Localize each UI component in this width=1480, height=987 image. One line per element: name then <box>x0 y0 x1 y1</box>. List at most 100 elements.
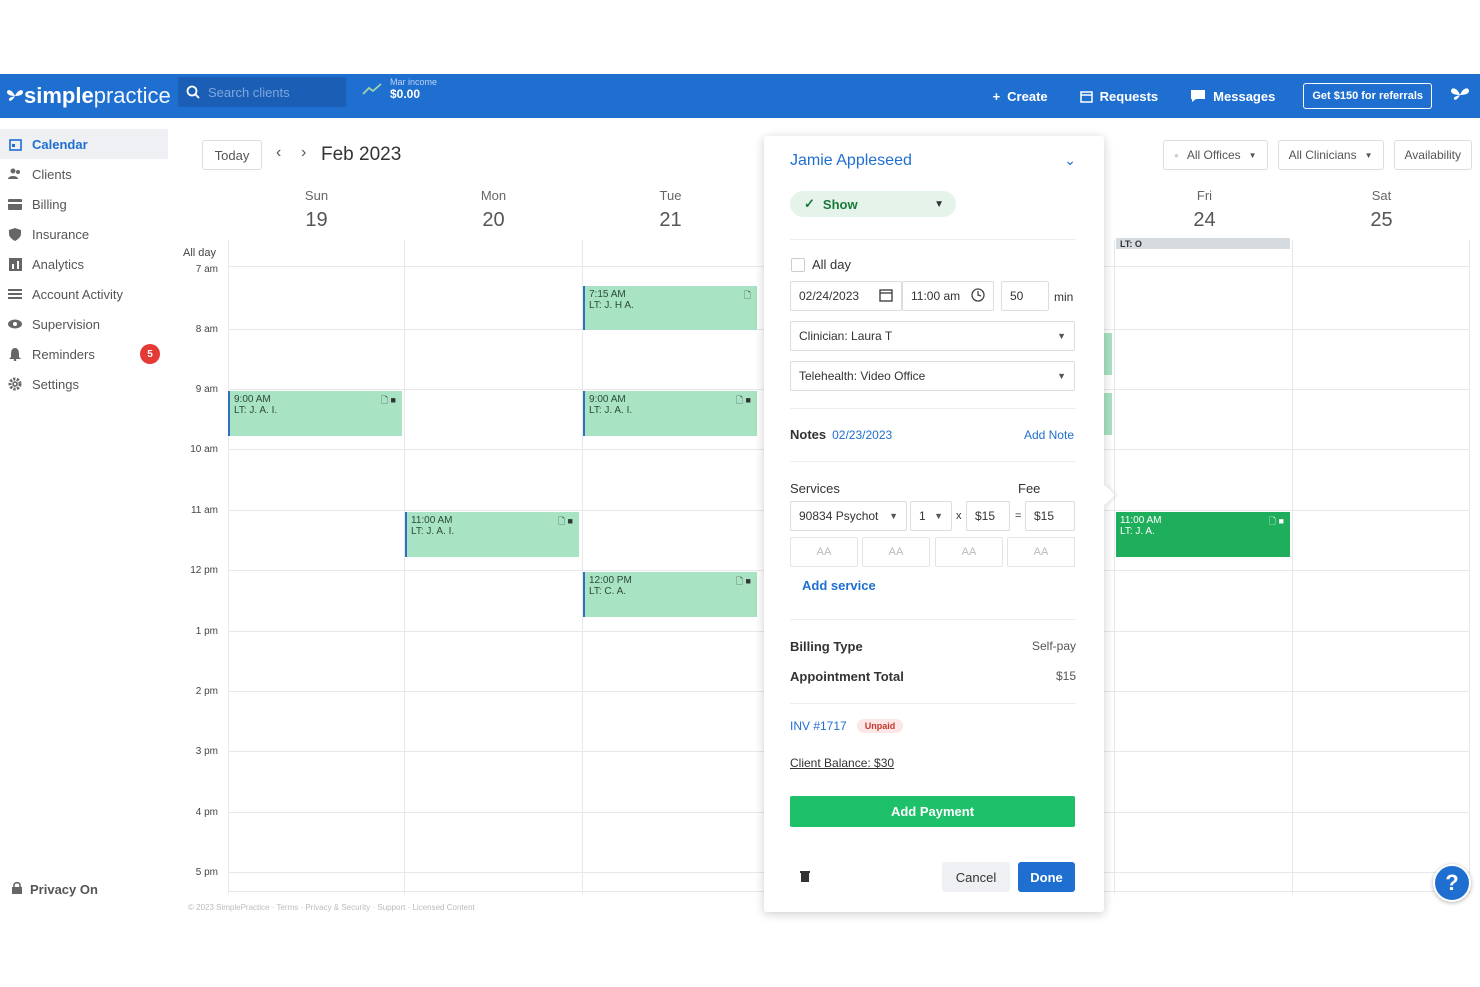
grid-column-line <box>228 240 229 894</box>
event-time: 7:15 AM <box>589 289 626 300</box>
trash-icon[interactable] <box>800 870 810 885</box>
referral-button[interactable]: Get $150 for referrals <box>1303 83 1432 109</box>
divider <box>790 619 1076 620</box>
all-day-label: All day <box>183 247 217 259</box>
duration-input[interactable]: 50 <box>1001 281 1049 311</box>
divider <box>790 239 1076 240</box>
appointment-event[interactable]: 12:00 PM LT: C. A. 🗋 ■ <box>583 572 757 617</box>
search-input[interactable] <box>208 84 338 100</box>
caret-down-icon: ▼ <box>934 198 944 210</box>
date-field[interactable]: 02/24/2023 <box>790 281 902 311</box>
today-button[interactable]: Today <box>202 140 262 170</box>
butterfly-icon[interactable] <box>1450 86 1470 107</box>
sidebar: Calendar Clients Billing Insurance Analy… <box>0 118 168 908</box>
credit-card-icon <box>8 197 22 211</box>
client-name-link[interactable]: Jamie Appleseed <box>790 152 912 170</box>
add-service-link[interactable]: Add service <box>802 578 876 593</box>
privacy-toggle[interactable]: Privacy On <box>12 881 98 897</box>
messages-button[interactable]: Messages <box>1190 89 1275 104</box>
rate-input[interactable]: $15 <box>966 501 1010 531</box>
day-name: Sun <box>304 188 329 203</box>
day-header-sat[interactable]: Sat 25 <box>1293 188 1470 232</box>
day-header-sun[interactable]: Sun 19 <box>228 188 405 232</box>
status-dropdown[interactable]: ✓ Show ▼ <box>790 191 956 217</box>
availability-button[interactable]: Availability <box>1393 140 1472 170</box>
sidebar-item-calendar[interactable]: Calendar <box>0 129 168 159</box>
butterfly-logo-icon <box>7 90 23 101</box>
sidebar-item-settings[interactable]: Settings <box>0 369 168 399</box>
day-header-fri[interactable]: Fri 24 <box>1116 188 1293 232</box>
client-balance-link[interactable]: Client Balance: $30 <box>790 756 894 770</box>
add-note-link[interactable]: Add Note <box>1024 428 1074 442</box>
chevron-right-icon[interactable]: › <box>301 144 306 162</box>
sidebar-item-insurance[interactable]: Insurance <box>0 219 168 249</box>
event-client: LT: J. A. <box>1120 526 1155 537</box>
event-client: LT: J. A. I. <box>589 405 633 416</box>
users-icon <box>8 167 22 181</box>
all-offices-dropdown[interactable]: ● All Offices ▼ <box>1163 140 1268 170</box>
partial-event[interactable] <box>1104 393 1112 435</box>
requests-button[interactable]: Requests <box>1079 88 1159 104</box>
bell-icon <box>8 347 22 361</box>
service-code-select[interactable]: 90834 Psychot ▼ <box>790 501 907 531</box>
chevron-left-icon[interactable]: ‹ <box>276 144 281 162</box>
notes-label: Notes <box>790 427 827 442</box>
income-summary[interactable]: Mar income $0.00 <box>362 77 437 101</box>
modifier-input[interactable]: AA <box>935 537 1003 567</box>
appointment-event[interactable]: 7:15 AM LT: J. H A. 🗋 <box>583 286 757 330</box>
chevron-down-icon[interactable]: ⌄ <box>1064 152 1076 169</box>
eye-icon <box>8 317 22 331</box>
location-select[interactable]: Telehealth: Video Office ▼ <box>790 361 1075 391</box>
client-search[interactable] <box>178 77 346 107</box>
hour-label: 8 am <box>195 324 218 335</box>
sidebar-item-clients[interactable]: Clients <box>0 159 168 189</box>
day-header-tue[interactable]: Tue 21 <box>582 188 759 232</box>
hour-label: 2 pm <box>195 686 218 697</box>
grid-column-line <box>582 240 583 894</box>
sidebar-item-label: Supervision <box>32 316 100 332</box>
invoice-link[interactable]: INV #1717 <box>790 719 847 733</box>
all-day-checkbox[interactable] <box>791 258 805 272</box>
all-day-event[interactable]: LT: O <box>1116 238 1290 249</box>
caret-down-icon: ▼ <box>889 511 898 521</box>
help-button[interactable]: ? <box>1433 864 1471 902</box>
units-select[interactable]: 1 ▼ <box>910 501 952 531</box>
sidebar-item-label: Reminders <box>32 346 95 362</box>
list-icon <box>8 287 22 301</box>
appointment-event[interactable]: 11:00 AM LT: J. A. I. 🗋 ■ <box>405 512 579 557</box>
income-label: Mar income <box>390 77 438 87</box>
location-value: Telehealth: Video Office <box>799 369 926 383</box>
sidebar-item-billing[interactable]: Billing <box>0 189 168 219</box>
create-button[interactable]: + Create <box>993 89 1048 104</box>
sidebar-item-reminders[interactable]: Reminders 5 <box>0 339 168 369</box>
requests-label: Requests <box>1099 88 1159 104</box>
caret-down-icon: ▼ <box>1057 371 1066 381</box>
sidebar-item-analytics[interactable]: Analytics <box>0 249 168 279</box>
time-field[interactable]: 11:00 am <box>902 281 994 311</box>
service-code-value: 90834 Psychot <box>799 509 879 523</box>
clinician-select[interactable]: Clinician: Laura T ▼ <box>790 321 1075 351</box>
simplepractice-logo[interactable]: simple practice <box>6 80 171 112</box>
add-payment-button[interactable]: Add Payment <box>790 796 1075 827</box>
partial-event[interactable] <box>1104 333 1112 375</box>
cancel-button[interactable]: Cancel <box>942 862 1010 892</box>
notes-date-link[interactable]: 02/23/2023 <box>832 428 892 442</box>
footer-links[interactable]: © 2023 SimplePractice · Terms · Privacy … <box>188 903 475 912</box>
sidebar-item-account-activity[interactable]: Account Activity <box>0 279 168 309</box>
appointment-event-selected[interactable]: 11:00 AM LT: J. A. 🗋 ■ <box>1116 512 1290 557</box>
modifier-input[interactable]: AA <box>790 537 858 567</box>
modifier-input[interactable]: AA <box>1007 537 1075 567</box>
appointment-event[interactable]: 9:00 AM LT: J. A. I. 🗋 ■ <box>228 391 402 436</box>
fee-input[interactable]: $15 <box>1025 501 1075 531</box>
all-clinicians-dropdown[interactable]: All Clinicians ▼ <box>1277 140 1384 170</box>
day-header-mon[interactable]: Mon 20 <box>405 188 582 232</box>
appointment-event[interactable]: 9:00 AM LT: J. A. I. 🗋 ■ <box>583 391 757 436</box>
event-time: 9:00 AM <box>234 394 271 405</box>
appointment-total-row: Appointment Total $15 <box>790 669 1076 684</box>
day-date: 19 <box>305 209 328 231</box>
done-button[interactable]: Done <box>1018 862 1075 892</box>
sidebar-item-supervision[interactable]: Supervision <box>0 309 168 339</box>
modifier-input[interactable]: AA <box>862 537 930 567</box>
sidebar-item-label: Analytics <box>32 256 85 272</box>
time-value: 11:00 am <box>911 289 961 303</box>
